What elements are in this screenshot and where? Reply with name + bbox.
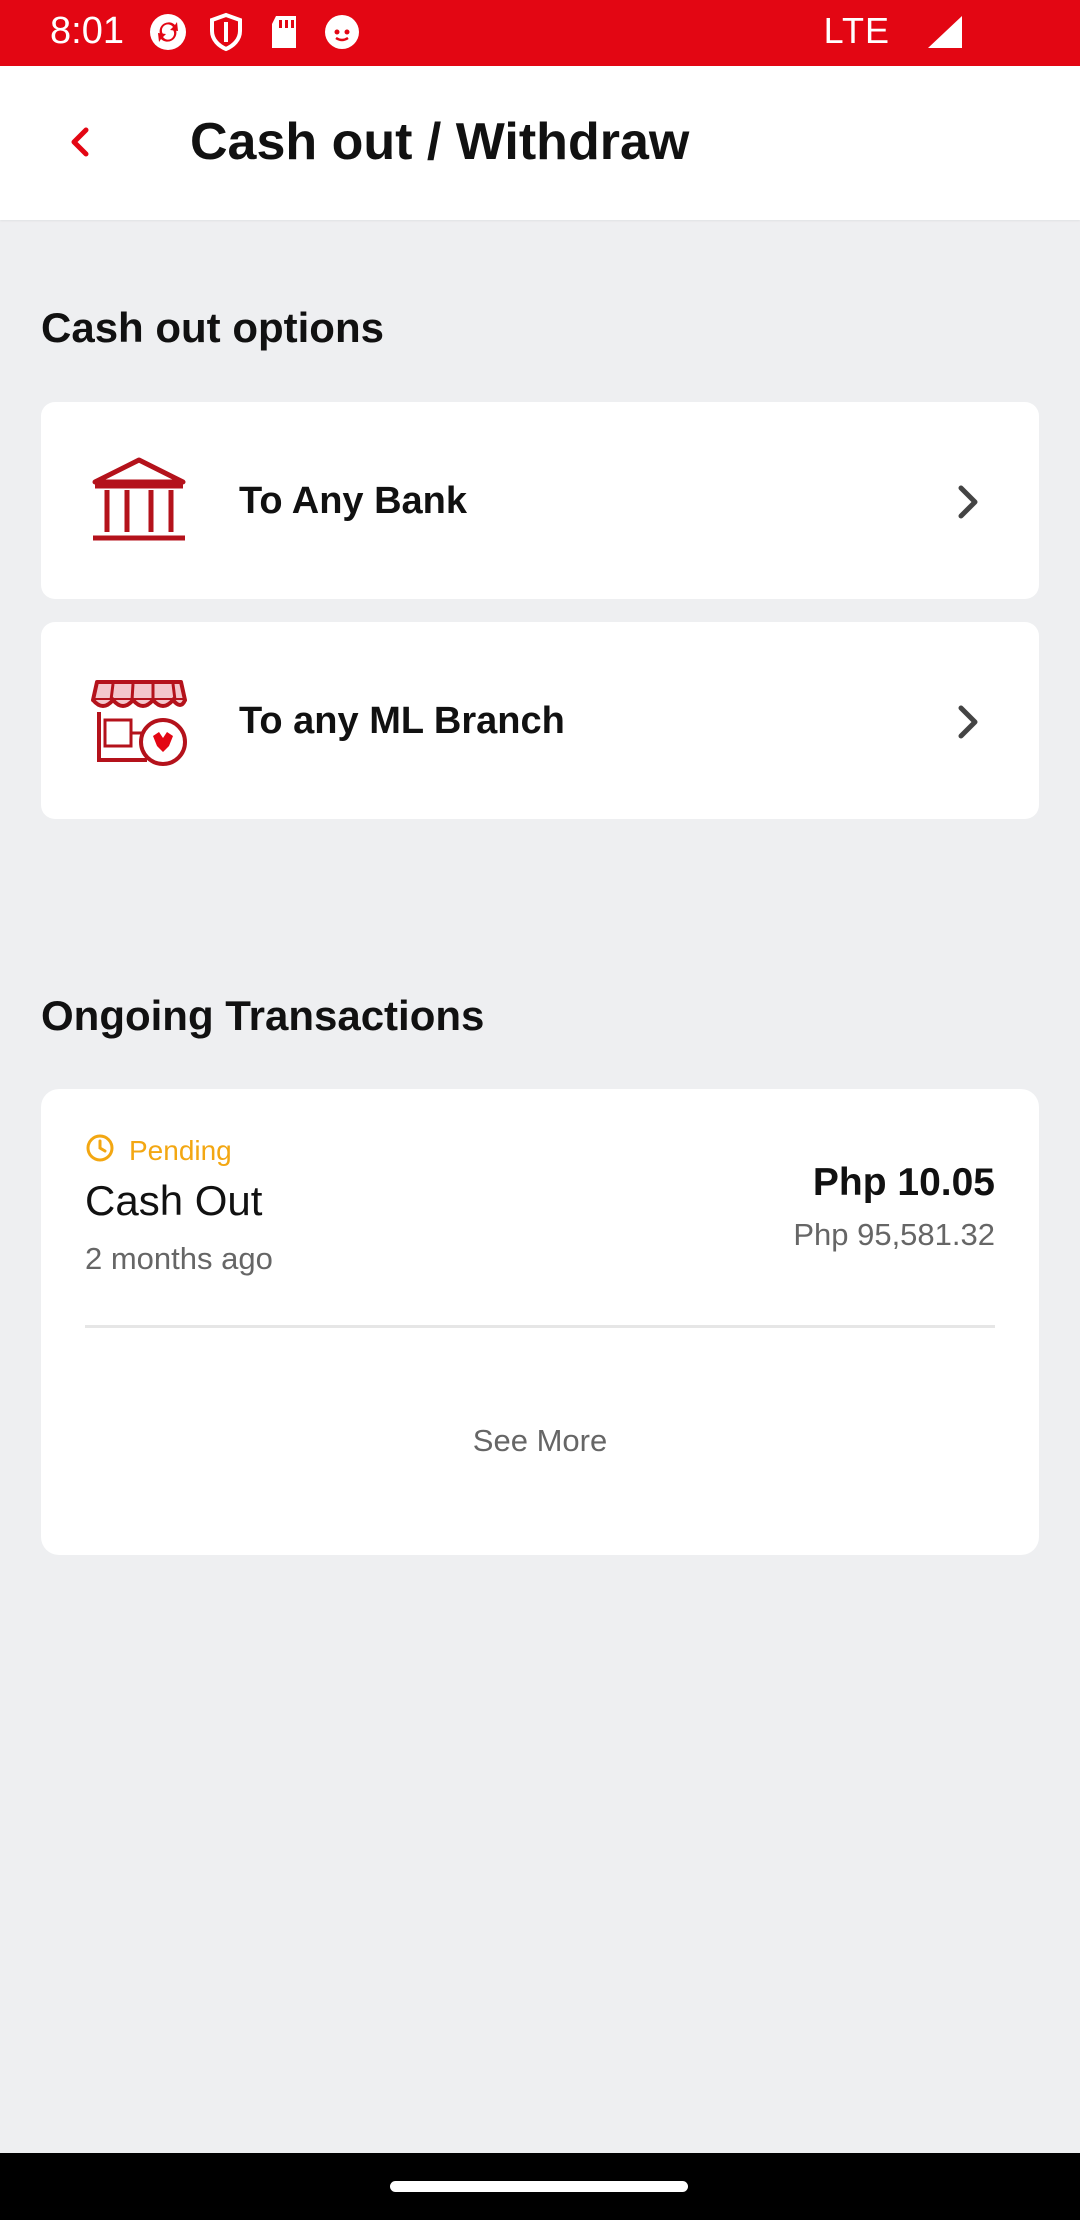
store-icon	[89, 676, 189, 768]
chevron-right-icon	[953, 704, 983, 740]
transaction-title: Cash Out	[85, 1177, 263, 1224]
page-title: Cash out / Withdraw	[190, 113, 690, 171]
status-time: 8:01	[50, 10, 124, 52]
sync-icon	[148, 12, 188, 52]
app-icon	[322, 12, 362, 52]
status-notification-icons	[148, 12, 362, 52]
cash-out-options-title: Cash out options	[41, 304, 384, 351]
sd-card-icon	[264, 12, 304, 52]
chevron-left-icon	[71, 127, 89, 157]
see-more-link[interactable]: See More	[41, 1423, 1039, 1459]
system-nav-bar	[0, 2153, 1080, 2220]
ongoing-transactions-card: Pending Cash Out 2 months ago Php 10.05 …	[41, 1089, 1039, 1555]
chevron-right-icon	[953, 484, 983, 520]
app-bar: Cash out / Withdraw	[0, 66, 1080, 220]
transaction-amount: Php 10.05	[812, 1161, 995, 1204]
option-ml-branch[interactable]: To any ML Branch	[41, 622, 1039, 819]
shield-icon	[206, 12, 246, 52]
divider	[85, 1325, 995, 1328]
ongoing-transactions-title: Ongoing Transactions	[41, 992, 485, 1039]
network-type: LTE	[823, 10, 890, 51]
signal-icon	[924, 14, 964, 50]
clock-icon	[85, 1133, 115, 1168]
transaction-status: Pending	[85, 1133, 232, 1168]
home-gesture-handle[interactable]	[390, 2181, 688, 2192]
back-button[interactable]	[58, 120, 102, 164]
transaction-balance: Php 95,581.32	[793, 1217, 995, 1252]
transaction-time: 2 months ago	[85, 1241, 273, 1276]
transaction-status-label: Pending	[129, 1134, 232, 1166]
option-any-bank-label: To Any Bank	[239, 480, 468, 522]
option-ml-branch-label: To any ML Branch	[239, 700, 565, 742]
option-any-bank[interactable]: To Any Bank	[41, 402, 1039, 599]
bank-icon	[89, 456, 189, 548]
status-bar: 8:01 LTE	[0, 0, 1080, 66]
